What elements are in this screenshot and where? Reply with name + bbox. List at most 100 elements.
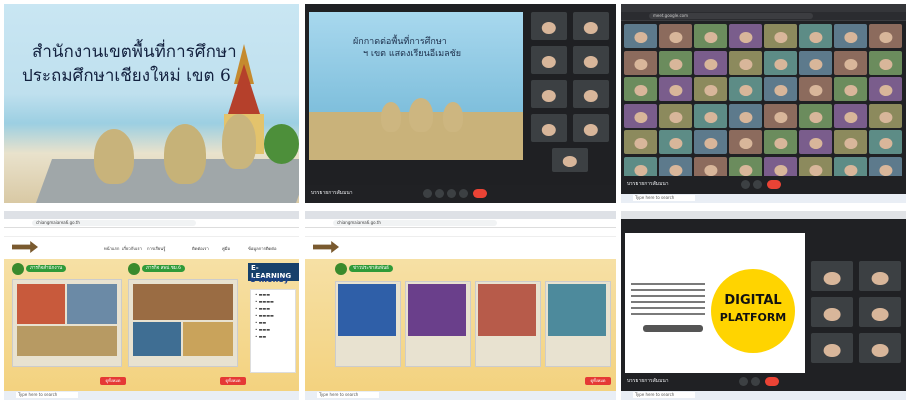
participant-tile[interactable] — [811, 297, 853, 327]
participant-tile[interactable] — [624, 103, 657, 128]
participant-tile[interactable] — [531, 114, 567, 142]
participant-tile[interactable] — [729, 50, 762, 75]
mic-button[interactable] — [423, 189, 432, 198]
participant-tile[interactable] — [694, 24, 727, 48]
participant-tile[interactable] — [573, 80, 609, 108]
participant-tile[interactable] — [694, 130, 727, 154]
address-bar[interactable]: chiangmaiarea6.go.th — [4, 219, 299, 228]
participant-tile[interactable] — [659, 50, 692, 75]
news-card[interactable] — [335, 281, 401, 367]
camera-button[interactable] — [435, 189, 444, 198]
news-card-1[interactable] — [12, 279, 122, 367]
participant-tile[interactable] — [764, 130, 797, 154]
participant-tile[interactable] — [624, 130, 657, 154]
nav-home[interactable]: หน้าแรก — [104, 245, 119, 252]
participant-tile[interactable] — [729, 103, 762, 128]
nav-contact[interactable]: ติดต่อเรา — [192, 245, 209, 252]
participant-tile[interactable] — [624, 77, 657, 101]
participant-tile[interactable] — [729, 130, 762, 154]
news-card-2[interactable] — [128, 279, 238, 367]
news-card[interactable] — [545, 281, 611, 367]
participant-tile[interactable] — [659, 77, 692, 101]
address-bar[interactable]: meet.google.com — [621, 12, 906, 21]
end-call-button[interactable] — [767, 180, 781, 189]
participant-tile[interactable] — [531, 46, 567, 74]
participant-tile[interactable] — [659, 24, 692, 48]
address-bar[interactable]: chiangmaiarea6.go.th — [305, 219, 616, 228]
participant-tile[interactable] — [834, 77, 867, 101]
participant-tile[interactable] — [552, 148, 588, 172]
meeting-control-bar: บรรยายการสัมมนา — [621, 373, 906, 391]
participant-tile[interactable] — [729, 24, 762, 48]
end-call-button[interactable] — [473, 189, 487, 198]
section-tab-1[interactable]: ภารกิจสำนักงาน — [26, 265, 67, 272]
participant-tile[interactable] — [869, 130, 902, 154]
participant-tile[interactable] — [531, 12, 567, 40]
participant-tile[interactable] — [869, 103, 902, 128]
participant-tile[interactable] — [869, 77, 902, 101]
browser-tabs[interactable] — [621, 4, 906, 12]
participant-tile[interactable] — [859, 333, 901, 363]
news-card[interactable] — [405, 281, 471, 367]
participant-tile[interactable] — [764, 50, 797, 75]
participant-tile[interactable] — [811, 261, 853, 291]
taskbar-search[interactable]: Type here to search — [317, 392, 379, 398]
browser-tabs[interactable] — [305, 211, 616, 219]
participant-tile[interactable] — [764, 103, 797, 128]
participant-tile[interactable] — [624, 50, 657, 75]
nav-info[interactable]: ข้อมูลการติดต่อ — [248, 245, 277, 252]
nav-learning[interactable]: การเรียนรู้ — [147, 245, 165, 252]
video-person-1 — [381, 102, 401, 132]
emoney-logo[interactable]: e-money — [250, 275, 289, 284]
participant-tile[interactable] — [799, 24, 832, 48]
participant-tile[interactable] — [531, 80, 567, 108]
news-card[interactable] — [475, 281, 541, 367]
mic-button[interactable] — [739, 377, 748, 386]
see-all-button[interactable]: ดูทั้งหมด — [585, 377, 611, 385]
participant-tile[interactable] — [834, 130, 867, 154]
participant-tile[interactable] — [573, 12, 609, 40]
participant-tile[interactable] — [694, 103, 727, 128]
participant-tile[interactable] — [573, 114, 609, 142]
participant-tile[interactable] — [859, 261, 901, 291]
presentation-slide[interactable]: DIGITAL PLATFORM — [625, 233, 805, 373]
participant-tile[interactable] — [834, 103, 867, 128]
nav-about[interactable]: เกี่ยวกับเรา — [122, 245, 142, 252]
captions-button[interactable] — [447, 189, 456, 198]
participant-tile[interactable] — [659, 103, 692, 128]
end-call-button[interactable] — [765, 377, 779, 386]
participant-tile[interactable] — [834, 24, 867, 48]
participant-tile[interactable] — [729, 77, 762, 101]
participant-tile[interactable] — [869, 24, 902, 48]
participant-tile[interactable] — [799, 50, 832, 75]
participant-tile[interactable] — [834, 50, 867, 75]
nav-manual[interactable]: คู่มือ — [222, 245, 230, 252]
participant-tile[interactable] — [694, 77, 727, 101]
section-tab-2[interactable]: ภารกิจ สพป.ชม.6 — [142, 265, 186, 272]
mic-button[interactable] — [741, 180, 750, 189]
participant-tile[interactable] — [764, 24, 797, 48]
browser-tabs[interactable] — [4, 211, 299, 219]
participant-tile[interactable] — [869, 50, 902, 75]
participant-tile[interactable] — [694, 50, 727, 75]
camera-button[interactable] — [753, 180, 762, 189]
participant-tile[interactable] — [811, 333, 853, 363]
browser-tabs[interactable] — [621, 211, 906, 219]
participant-tile[interactable] — [659, 130, 692, 154]
participant-tile[interactable] — [573, 46, 609, 74]
participant-tile[interactable] — [799, 77, 832, 101]
participant-tile[interactable] — [859, 297, 901, 327]
participant-tile[interactable] — [799, 130, 832, 154]
camera-button[interactable] — [751, 377, 760, 386]
present-button[interactable] — [459, 189, 468, 198]
taskbar-search[interactable]: Type here to search — [633, 392, 695, 398]
see-all-button[interactable]: ดูทั้งหมด — [220, 377, 246, 385]
taskbar-search[interactable]: Type here to search — [633, 195, 695, 201]
see-all-button[interactable]: ดูทั้งหมด — [100, 377, 126, 385]
taskbar-search[interactable]: Type here to search — [16, 392, 78, 398]
participant-tile[interactable] — [799, 103, 832, 128]
participant-tile[interactable] — [764, 77, 797, 101]
section-tab[interactable]: ข่าวประชาสัมพันธ์ — [349, 265, 393, 272]
participant-tile[interactable] — [624, 24, 657, 48]
main-video[interactable]: ผักกาดต่อพื้นที่การศึกษา ฯ เขต แสดงเรียน… — [309, 12, 523, 160]
